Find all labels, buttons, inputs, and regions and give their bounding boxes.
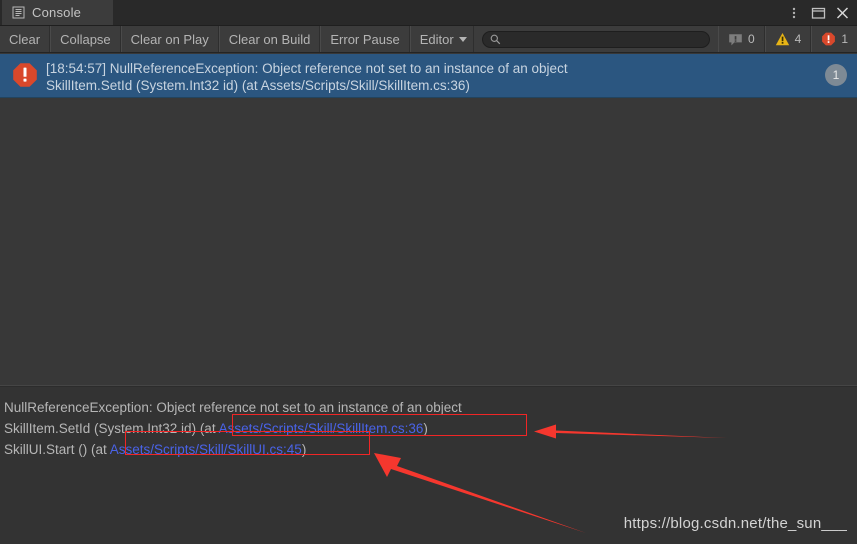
close-button[interactable] [831,2,853,23]
search-box[interactable] [481,30,710,48]
search-input[interactable] [504,33,695,45]
collapse-button-label: Collapse [60,31,111,47]
more-options-button[interactable] [783,2,805,23]
tab-console[interactable]: Console [2,0,113,25]
info-count[interactable]: 0 [717,26,765,52]
detail-stack1-prefix: SkillUI.Start () (at [4,442,110,457]
warning-count[interactable]: 4 [764,26,812,52]
detail-stack0-link[interactable]: Assets/Scripts/Skill/SkillItem.cs:36 [219,421,424,436]
warning-count-value: 4 [794,32,802,46]
detail-stack1-link[interactable]: Assets/Scripts/Skill/SkillUI.cs:45 [110,442,302,457]
info-count-value: 0 [747,32,755,46]
search-container [481,26,718,52]
detail-exception-text: NullReferenceException: Object reference… [4,400,462,415]
console-toolbar: Clear Collapse Clear on Play Clear on Bu… [0,26,857,53]
editor-dropdown-label: Editor [419,31,454,47]
window-controls [783,0,853,25]
log-entry-line1: [18:54:57] NullReferenceException: Objec… [46,61,568,76]
watermark: https://blog.csdn.net/the_sun___ [623,515,847,532]
clear-on-build-button-label: Clear on Build [228,31,311,47]
detail-stack0-suffix: ) [423,421,428,436]
error-octagon-icon [821,32,836,47]
log-entry-line2: SkillItem.SetId (System.Int32 id) (at As… [46,78,470,93]
tab-console-label: Console [32,5,82,20]
info-bubble-icon [728,32,743,47]
warning-triangle-icon [775,32,790,47]
detail-line-stack-1: SkillUI.Start () (at Assets/Scripts/Skil… [4,439,857,460]
error-octagon-icon [12,62,38,88]
log-entry-text: [18:54:57] NullReferenceException: Objec… [46,60,825,94]
detail-stack0-prefix: SkillItem.SetId (System.Int32 id) (at [4,421,219,436]
clear-on-play-button-label: Clear on Play [130,31,209,47]
detail-stack1-suffix: ) [301,442,307,457]
error-pause-button[interactable]: Error Pause [320,26,410,52]
error-count-value: 1 [841,32,848,46]
error-count[interactable]: 1 [811,26,857,52]
console-log-list[interactable]: [18:54:57] NullReferenceException: Objec… [0,54,857,385]
window-titlebar: Console [0,0,857,26]
log-entry-count-badge: 1 [825,64,847,86]
clear-on-build-button[interactable]: Clear on Build [218,26,321,52]
console-icon [12,6,25,19]
clear-button[interactable]: Clear [0,26,51,52]
detail-line-exception: NullReferenceException: Object reference… [4,397,857,418]
toolbar-spacer [473,26,482,52]
log-entry-error[interactable]: [18:54:57] NullReferenceException: Objec… [0,54,857,98]
maximize-button[interactable] [807,2,829,23]
editor-dropdown[interactable]: Editor [409,26,474,52]
search-icon [490,34,501,45]
collapse-button[interactable]: Collapse [50,26,121,52]
unity-console-window: Console Clear Collapse Clear on Play Cle… [0,0,857,544]
chevron-down-icon [458,36,467,42]
clear-on-play-button[interactable]: Clear on Play [120,26,219,52]
clear-button-label: Clear [9,31,41,47]
detail-line-stack-0: SkillItem.SetId (System.Int32 id) (at As… [4,418,857,439]
error-pause-button-label: Error Pause [330,31,400,47]
